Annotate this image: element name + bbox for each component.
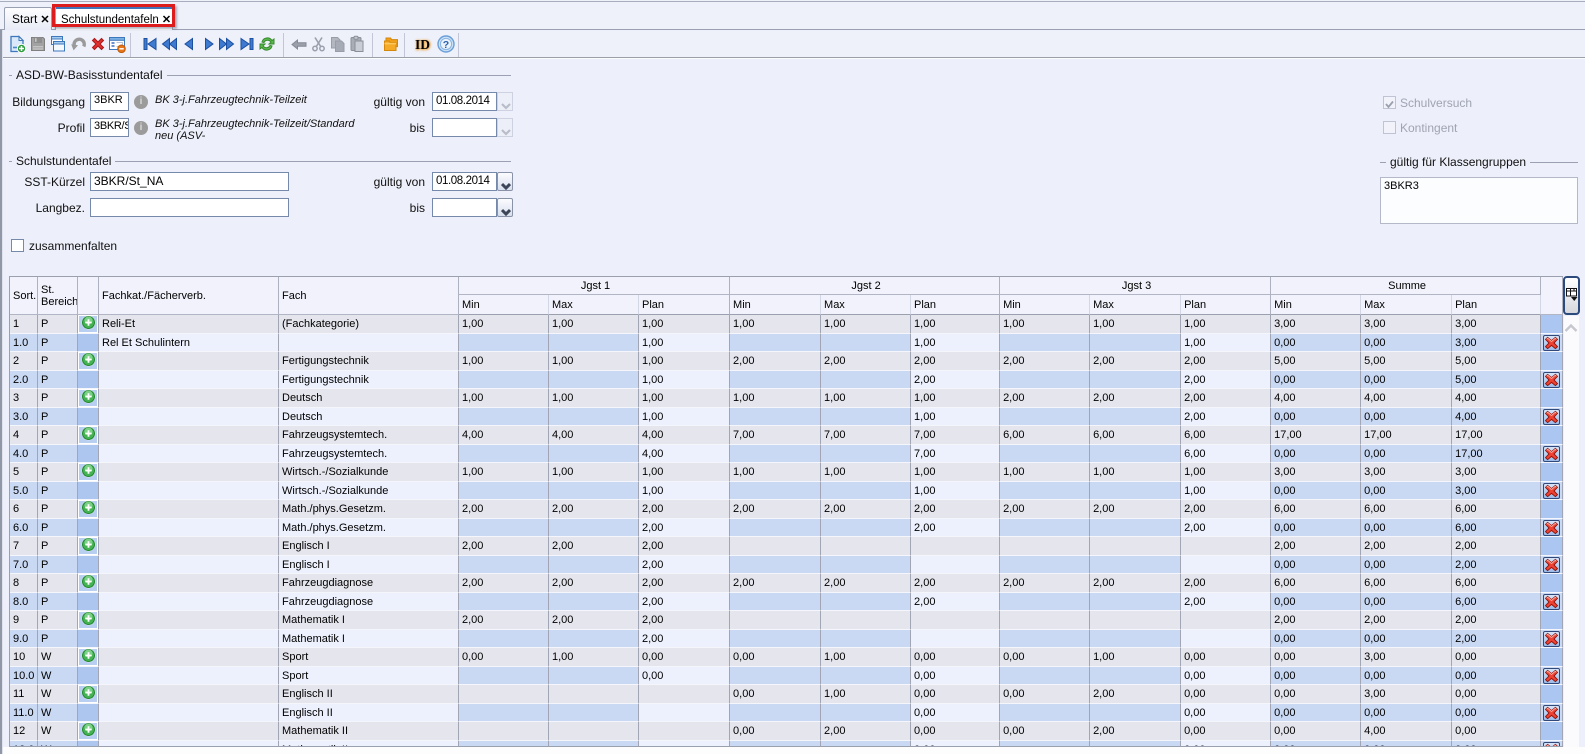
svg-text:?: ? — [443, 39, 449, 51]
